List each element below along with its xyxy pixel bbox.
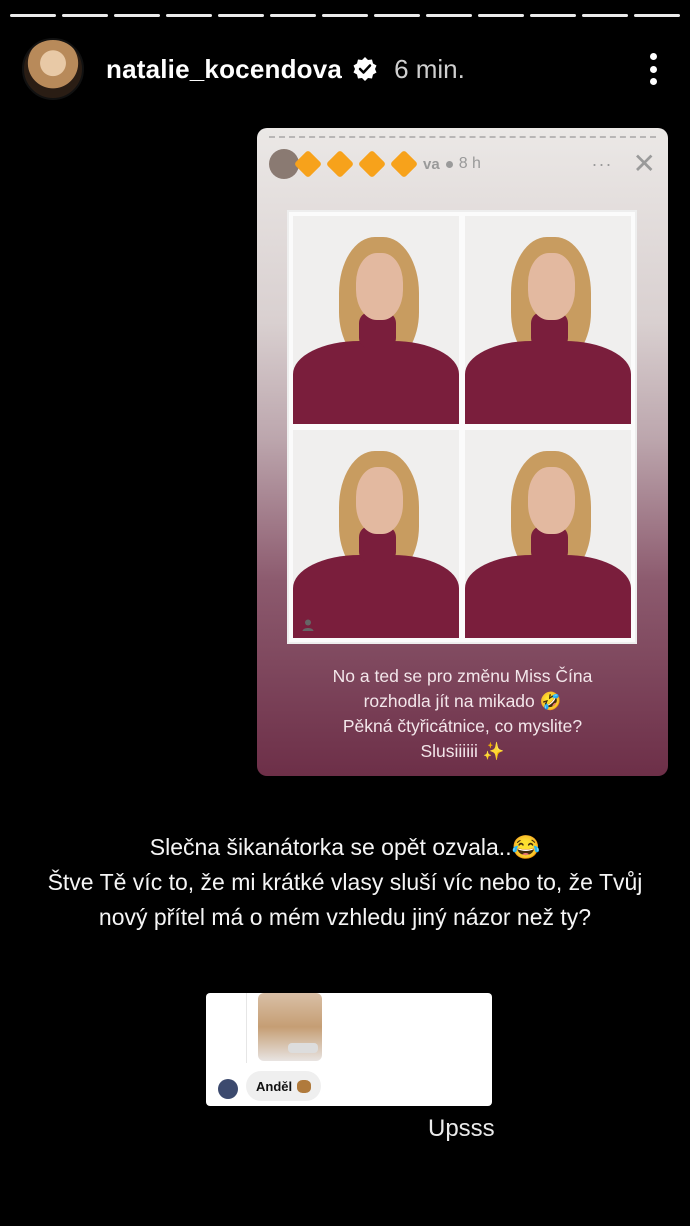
story-header: natalie_kocendova 6 min. [22,38,668,100]
avatar[interactable] [22,38,84,100]
caption-line: Pěkná čtyřicátnice, co myslite? [342,716,583,736]
progress-segment [322,14,368,17]
verified-badge-icon [353,57,377,81]
orange-diamond-icon [293,149,323,179]
photo-2 [465,216,631,424]
progress-segment [218,14,264,17]
story-text-line: Štve Tě víc to, že mi krátké vlasy sluší… [47,869,643,895]
embedded-story-header: va 8 h ··· ✕ [269,146,656,182]
progress-segment [478,14,524,17]
post-time: 6 min. [394,53,465,84]
caption-line: Slusiiiiii ✨ [420,741,505,761]
progress-segment [426,14,472,17]
photo-4 [465,430,631,638]
story-text-line: nový přítel má o mém vzhledu jiný názor … [98,904,592,930]
more-options-icon[interactable] [638,49,668,89]
story-progress-bar [10,14,680,18]
caption-line: No a ted se pro změnu Miss Čína [332,666,593,686]
photo-1 [293,216,459,424]
embedded-username: va [423,155,440,173]
progress-segment [10,14,56,17]
orange-diamond-icon [357,149,387,179]
progress-segment [374,14,420,17]
reply-bubble: Anděl [246,1071,322,1101]
progress-segment [114,14,160,17]
reply-avatar [218,1079,238,1099]
photo-3 [293,430,459,638]
username[interactable]: natalie_kocendova [106,54,342,85]
progress-segment [62,14,108,17]
thread-line [246,993,247,1063]
person-tag-icon [302,619,314,631]
orange-diamond-icon [325,149,355,179]
progress-segment [530,14,576,17]
embedded-verified-icon [445,160,453,168]
progress-segment [582,14,628,17]
teddy-bear-icon [297,1079,312,1093]
reply-screenshot: Anděl [206,993,492,1106]
embedded-more-icon: ··· [591,153,613,174]
embedded-progress-bar [269,136,656,138]
progress-segment [634,14,680,17]
photo-grid [287,210,637,644]
story-text: Slečna šikanátorka se opět ozvala..😂 Štv… [0,830,690,935]
embedded-post-time: 8 h [458,155,481,172]
embedded-caption: No a ted se pro změnu Miss Čína rozhodla… [257,664,668,764]
progress-segment [166,14,212,17]
caption-line: rozhodla jít na mikado 🤣 [363,691,562,711]
reply-thumbnail [258,993,322,1061]
orange-diamond-icon [389,149,419,179]
censor-diamonds [293,149,421,179]
footer-text: Upsss [428,1115,495,1142]
story-text-line: Slečna šikanátorka se opět ozvala..😂 [149,834,541,860]
reply-label: Anděl [256,1078,293,1094]
embedded-story-screenshot: va 8 h ··· ✕ No a ted se pro změnu Miss … [257,128,668,776]
embedded-close-icon: ✕ [632,148,656,179]
progress-segment [270,14,316,17]
